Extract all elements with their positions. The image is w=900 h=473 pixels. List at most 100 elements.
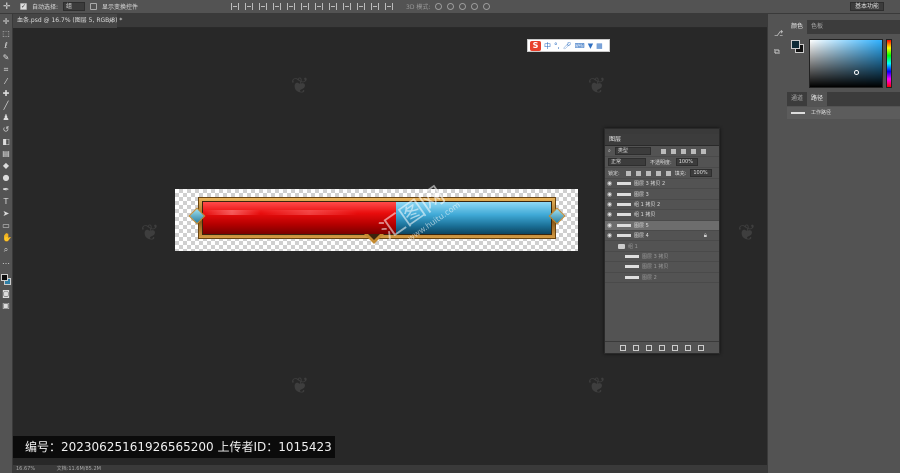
layer-row[interactable]: ◉ 组 1 拷贝 <box>605 210 719 221</box>
auto-select-dropdown[interactable]: 组 <box>63 2 86 11</box>
eyedropper-tool-icon[interactable]: ⁄ <box>2 78 10 86</box>
distribute-hcenter-icon[interactable] <box>371 3 380 10</box>
more-tools-icon[interactable]: … <box>2 258 10 266</box>
lock-transparency-icon[interactable] <box>625 170 631 176</box>
work-path-item[interactable]: 工作路径 <box>787 107 900 119</box>
foreground-color-swatch[interactable] <box>791 40 800 49</box>
layer-mask-icon[interactable] <box>646 344 652 351</box>
visibility-eye-icon[interactable]: ◉ <box>605 222 614 229</box>
visibility-eye-icon[interactable]: ◉ <box>605 211 614 218</box>
lock-position-icon[interactable] <box>645 170 651 176</box>
eraser-tool-icon[interactable]: ◧ <box>2 138 10 146</box>
show-transform-checkbox[interactable] <box>90 3 98 10</box>
history-brush-icon[interactable]: ↺ <box>2 126 10 134</box>
align-bottom-icon[interactable] <box>259 3 268 10</box>
filter-type-icon[interactable] <box>680 148 686 154</box>
marquee-tool-icon[interactable]: ⬚ <box>2 30 10 38</box>
layer-row[interactable]: ◉ 图层 3 拷贝 <box>605 252 719 263</box>
visibility-eye-icon[interactable]: ◉ <box>605 180 614 187</box>
distribute-right-icon[interactable] <box>385 3 394 10</box>
ime-logo[interactable]: S <box>530 40 541 51</box>
lock-artboard-icon[interactable] <box>655 170 661 176</box>
layer-row[interactable]: ◉ 组 1 <box>605 241 719 252</box>
brush-tool-icon[interactable]: ╱ <box>2 102 10 110</box>
roll-3d-icon[interactable] <box>447 3 455 10</box>
layer-row[interactable]: ◉ 组 1 拷贝 2 <box>605 200 719 211</box>
distribute-left-icon[interactable] <box>357 3 366 10</box>
layer-style-icon[interactable] <box>633 344 639 351</box>
crop-tool-icon[interactable]: ⌗ <box>2 66 10 74</box>
zoom-tool-icon[interactable]: ⌕ <box>2 246 10 254</box>
filter-pixel-icon[interactable] <box>660 148 666 154</box>
healing-tool-icon[interactable]: ✚ <box>2 90 10 98</box>
quick-select-tool-icon[interactable]: ✎ <box>2 54 10 62</box>
layer-row[interactable]: ◉ 图层 3 <box>605 189 719 200</box>
visibility-eye-icon[interactable]: ◉ <box>605 274 614 281</box>
skin-icon[interactable]: ▼ <box>588 41 593 51</box>
align-vcenter-icon[interactable] <box>245 3 254 10</box>
layer-filter-select[interactable]: 类型 <box>614 147 651 155</box>
hue-slider[interactable] <box>886 39 892 88</box>
punctuation-icon[interactable]: °, <box>554 41 560 51</box>
align-hcenter-icon[interactable] <box>287 3 296 10</box>
visibility-eye-icon[interactable]: ◉ <box>605 201 614 208</box>
align-left-icon[interactable] <box>273 3 282 10</box>
visibility-eye-icon[interactable]: ◉ <box>605 191 614 198</box>
layer-row[interactable]: ◉ 图层 1 拷贝 <box>605 262 719 273</box>
type-tool-icon[interactable]: T <box>2 198 10 206</box>
dodge-tool-icon[interactable]: ● <box>2 174 10 182</box>
drag-3d-icon[interactable] <box>459 3 467 10</box>
scale-3d-icon[interactable] <box>483 3 491 10</box>
distribute-top-icon[interactable] <box>315 3 324 10</box>
lock-pixels-icon[interactable] <box>635 170 641 176</box>
microphone-icon[interactable]: 🎤︎ <box>563 41 572 51</box>
visibility-eye-icon[interactable]: ◉ <box>605 263 614 270</box>
tab-channels[interactable]: 通道 <box>787 92 807 106</box>
tab-color[interactable]: 颜色 <box>787 20 808 34</box>
stamp-tool-icon[interactable]: ♟ <box>2 114 10 122</box>
lock-all-icon[interactable] <box>665 170 671 176</box>
layer-row[interactable]: ◉ 图层 3 拷贝 2 <box>605 179 719 190</box>
adjustment-layer-icon[interactable] <box>659 344 665 351</box>
slide-3d-icon[interactable] <box>471 3 479 10</box>
quick-mask-icon[interactable]: ◙ <box>2 290 10 298</box>
gradient-tool-icon[interactable]: ▤ <box>2 150 10 158</box>
filter-shape-icon[interactable] <box>690 148 696 154</box>
distribute-bottom-icon[interactable] <box>343 3 352 10</box>
fill-input[interactable]: 100% <box>690 169 713 177</box>
move-tool-icon[interactable]: ✛ <box>3 2 15 12</box>
filter-adjustment-icon[interactable] <box>670 148 676 154</box>
auto-select-checkbox[interactable]: ✓ <box>20 3 27 10</box>
filter-smart-icon[interactable] <box>700 148 706 154</box>
distribute-vcenter-icon[interactable] <box>329 3 338 10</box>
zoom-level[interactable]: 16.67% <box>16 466 35 472</box>
new-group-icon[interactable] <box>672 344 678 351</box>
ime-lang-toggle[interactable]: 中 <box>544 41 551 51</box>
blur-tool-icon[interactable]: ◆ <box>2 162 10 170</box>
visibility-eye-icon[interactable]: ◉ <box>605 243 614 250</box>
color-swatches[interactable] <box>1 274 11 286</box>
toolbox-icon[interactable]: ▦ <box>596 41 603 51</box>
layer-row[interactable]: ◉ 图层 5 <box>605 220 719 231</box>
pen-tool-icon[interactable]: ✒ <box>2 186 10 194</box>
align-right-icon[interactable] <box>301 3 310 10</box>
ime-toolbar[interactable]: S 中 °, 🎤︎ ⌨ ▼ ▦ <box>527 39 610 52</box>
color-picker-field[interactable] <box>809 39 883 88</box>
align-top-icon[interactable] <box>231 3 240 10</box>
color-picker-cursor[interactable] <box>854 70 859 75</box>
close-icon[interactable]: × <box>108 14 114 28</box>
move-tool-icon[interactable]: ✛ <box>2 18 10 26</box>
rotate-3d-icon[interactable] <box>435 3 443 10</box>
layer-row[interactable]: ◉ 图层 2 <box>605 273 719 283</box>
foreground-color-swatch[interactable] <box>1 274 8 281</box>
visibility-eye-icon[interactable]: ◉ <box>605 253 614 260</box>
layer-row[interactable]: ◉ 图层 4 🔒︎ <box>605 231 719 242</box>
tab-swatches[interactable]: 色板 <box>807 20 827 34</box>
opacity-input[interactable]: 100% <box>675 158 698 166</box>
tab-paths[interactable]: 路径 <box>807 92 828 106</box>
document-tab[interactable]: 血条.psd @ 16.7% (图层 5, RGB/8) * × <box>13 14 122 28</box>
history-panel-icon[interactable]: ⎇ <box>774 30 783 38</box>
hand-tool-icon[interactable]: ✋ <box>2 234 12 242</box>
layers-panel-tab[interactable]: 图层 <box>605 134 719 146</box>
delete-layer-icon[interactable] <box>698 344 704 351</box>
